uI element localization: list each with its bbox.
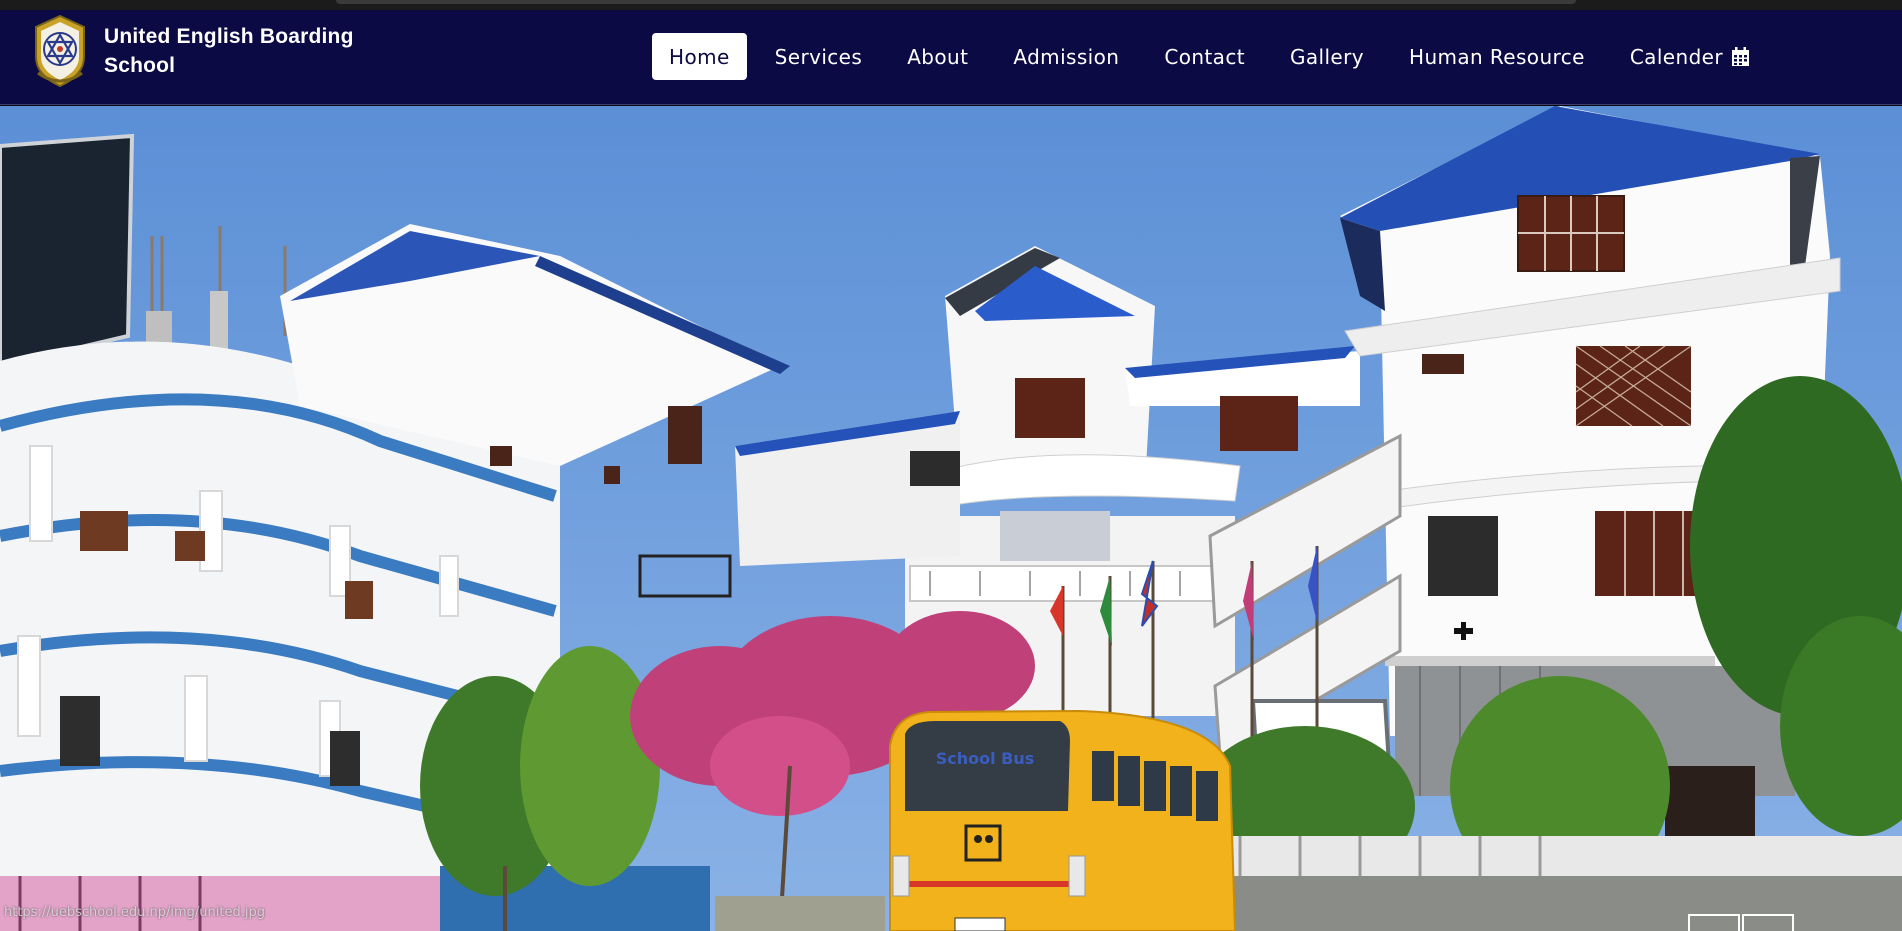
browser-status-url: https://uebschool.edu.np/img/united.jpg bbox=[4, 905, 265, 920]
nav-human-resource-label: Human Resource bbox=[1409, 44, 1585, 69]
school-bus: School Bus bbox=[889, 709, 1237, 931]
nav-home[interactable]: Home bbox=[652, 33, 747, 80]
nav-about[interactable]: About bbox=[890, 33, 985, 80]
calendar-icon bbox=[1731, 46, 1750, 67]
nav-calender-label: Calender bbox=[1629, 44, 1723, 69]
nav-home-label: Home bbox=[669, 44, 730, 69]
nav-gallery-label: Gallery bbox=[1289, 44, 1364, 69]
nav-gallery[interactable]: Gallery bbox=[1273, 33, 1381, 80]
main-nav: Home Services About Admission Contact Ga… bbox=[652, 33, 1778, 80]
site-brand[interactable]: United English Boarding School bbox=[24, 13, 374, 89]
school-building-photo: School Bus bbox=[0, 106, 1902, 931]
browser-tab-edge bbox=[336, 0, 1576, 4]
site-navbar: United English Boarding School Home Serv… bbox=[0, 10, 1902, 105]
carousel-next-button[interactable] bbox=[1742, 914, 1794, 931]
nav-contact-label: Contact bbox=[1164, 44, 1245, 69]
nav-services[interactable]: Services bbox=[758, 33, 880, 80]
bus-destination-sign: School Bus bbox=[936, 749, 1035, 768]
hero-image: School Bus bbox=[0, 106, 1902, 931]
nav-calender[interactable]: Calender bbox=[1613, 33, 1767, 80]
nav-human-resource[interactable]: Human Resource bbox=[1392, 33, 1602, 80]
site-name[interactable]: United English Boarding School bbox=[104, 22, 374, 80]
carousel-prev-button[interactable] bbox=[1688, 914, 1740, 931]
nav-services-label: Services bbox=[774, 44, 863, 69]
nav-admission[interactable]: Admission bbox=[996, 33, 1136, 80]
nav-admission-label: Admission bbox=[1013, 44, 1120, 69]
browser-top-strip bbox=[0, 0, 1902, 10]
nav-contact[interactable]: Contact bbox=[1147, 33, 1262, 80]
school-emblem-icon bbox=[24, 13, 96, 89]
nav-about-label: About bbox=[907, 44, 969, 69]
